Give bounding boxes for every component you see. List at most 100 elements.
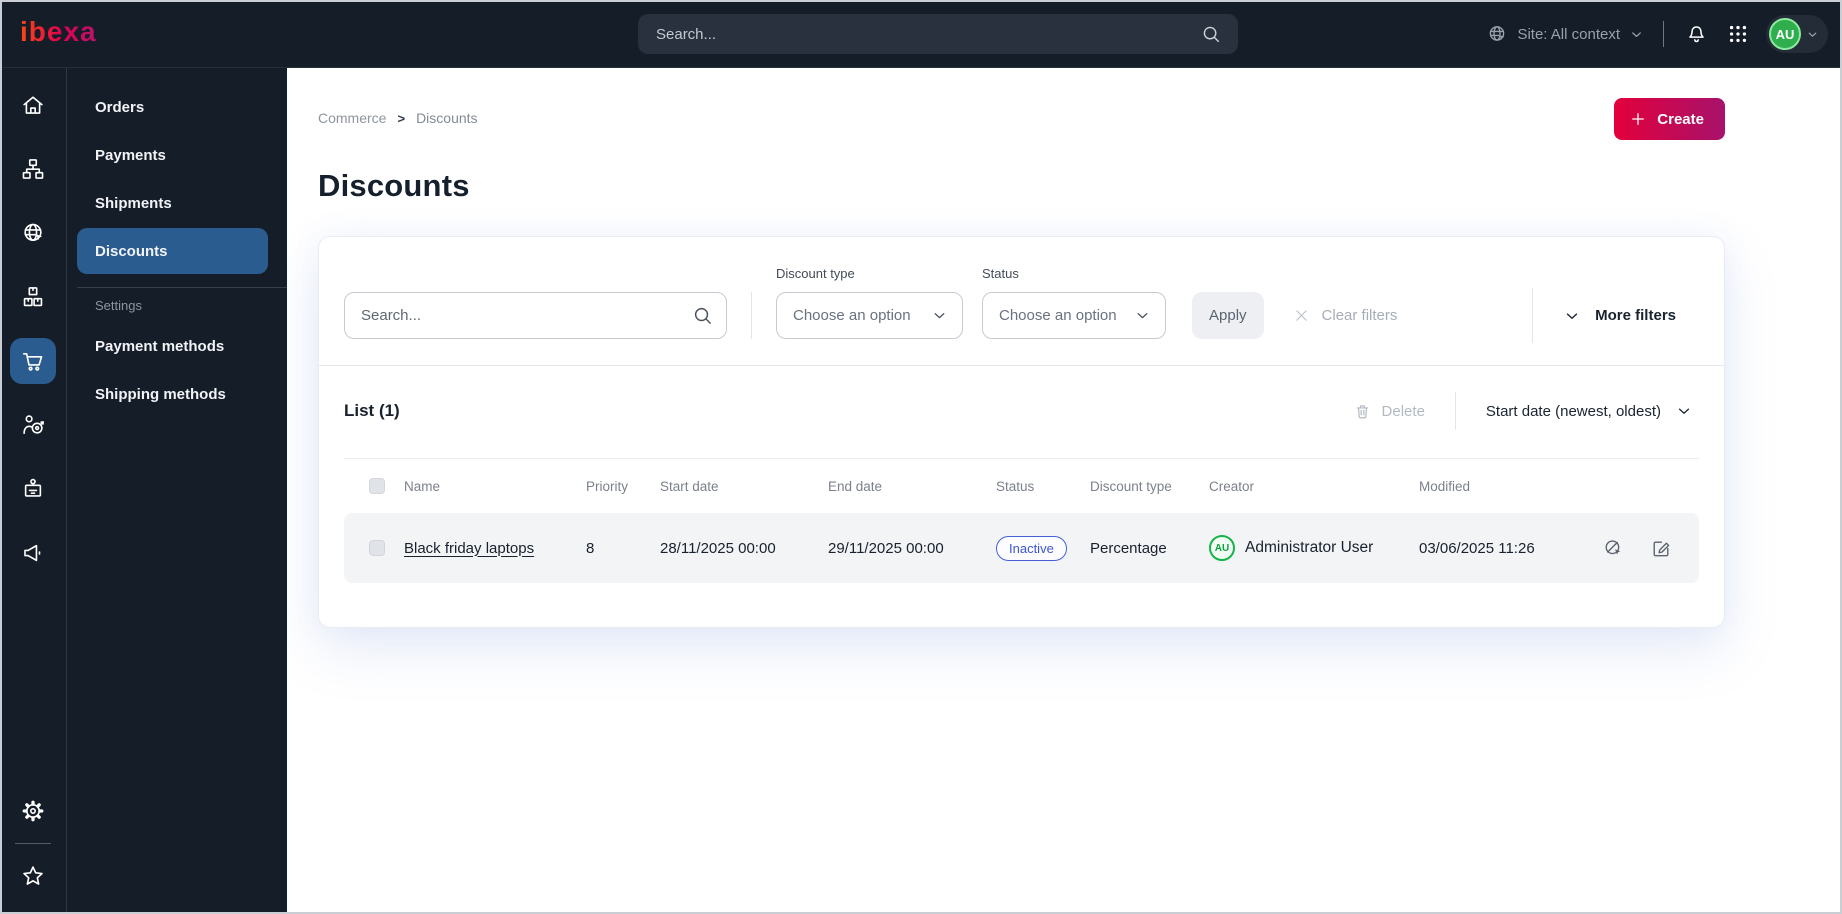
chevron-down-icon	[1563, 307, 1581, 325]
row-checkbox[interactable]	[369, 540, 385, 556]
icon-rail	[0, 68, 66, 914]
col-creator: Creator	[1209, 478, 1255, 494]
megaphone-icon[interactable]	[10, 530, 56, 576]
topbar-actions: Site: All context AU	[1486, 0, 1828, 68]
breadcrumb-commerce[interactable]: Commerce	[318, 110, 386, 126]
col-priority: Priority	[586, 478, 629, 494]
site-context-label: Site: All context	[1517, 25, 1620, 43]
commerce-menu: Orders Payments Shipments Discounts Sett…	[66, 68, 287, 914]
bell-icon[interactable]	[1683, 21, 1710, 48]
site-context-selector[interactable]: Site: All context	[1486, 23, 1644, 45]
globe-cursor-icon[interactable]	[10, 210, 56, 256]
breadcrumb-discounts: Discounts	[416, 110, 478, 126]
avatar: AU	[1769, 18, 1801, 50]
create-button-label: Create	[1657, 110, 1704, 128]
status-select[interactable]: Choose an option	[982, 292, 1166, 339]
chevron-down-icon	[1806, 28, 1819, 41]
plus-icon	[1629, 110, 1647, 128]
delete-label: Delete	[1381, 402, 1425, 420]
select-all-checkbox[interactable]	[369, 478, 385, 494]
menu-item-shipments[interactable]: Shipments	[77, 180, 268, 226]
ibexa-logo[interactable]: ibexa	[20, 16, 97, 48]
preview-disabled-icon[interactable]	[1602, 537, 1624, 559]
sort-label: Start date (newest, oldest)	[1485, 402, 1661, 420]
clear-x-icon	[1292, 306, 1311, 325]
chevron-down-icon	[1675, 402, 1693, 420]
menu-item-shipping-methods[interactable]: Shipping methods	[77, 371, 268, 417]
creator-avatar: AU	[1209, 535, 1235, 561]
magnifier-icon	[691, 304, 714, 327]
discount-name-link[interactable]: Black friday laptops	[404, 540, 534, 557]
status-label: Status	[982, 266, 1019, 281]
main-content: Commerce > Discounts Create Discounts Se…	[287, 68, 1842, 914]
row-discount-type: Percentage	[1090, 539, 1167, 557]
edit-icon[interactable]	[1650, 537, 1672, 559]
discount-type-value: Choose an option	[793, 307, 911, 324]
site-structure-icon[interactable]	[10, 146, 56, 192]
menu-item-orders[interactable]: Orders	[77, 84, 268, 130]
id-badge-icon[interactable]	[10, 466, 56, 512]
trash-icon	[1353, 402, 1372, 421]
menu-section-label: Settings	[95, 298, 142, 313]
status-value: Choose an option	[999, 307, 1117, 324]
breadcrumb: Commerce > Discounts	[318, 110, 478, 126]
cart-icon[interactable]	[10, 338, 56, 384]
topbar-divider	[1663, 21, 1664, 47]
row-actions	[1602, 537, 1699, 559]
menu-divider	[77, 287, 287, 288]
more-filters-button[interactable]: More filters	[1533, 292, 1682, 339]
create-button[interactable]: Create	[1614, 98, 1725, 140]
col-discount-type: Discount type	[1090, 478, 1172, 494]
menu-item-payments[interactable]: Payments	[77, 132, 268, 178]
discount-type-select[interactable]: Choose an option	[776, 292, 963, 339]
chevron-down-icon	[1134, 307, 1151, 324]
menu-item-discounts[interactable]: Discounts	[77, 228, 268, 274]
user-menu[interactable]: AU	[1766, 15, 1828, 53]
list-section: List (1) Delete Start date (newest, olde…	[319, 366, 1724, 583]
list-title: List (1)	[344, 401, 400, 420]
row-priority: 8	[586, 539, 595, 557]
topbar: ibexa Site: All context	[0, 0, 1842, 68]
col-modified: Modified	[1419, 478, 1471, 494]
page-title: Discounts	[318, 168, 470, 203]
col-start-date: Start date	[660, 478, 719, 494]
discounts-card: Discount type Choose an option Status Ch…	[318, 236, 1725, 628]
apply-button[interactable]: Apply	[1192, 292, 1264, 339]
globe-icon	[1486, 23, 1508, 45]
creator-name: Administrator User	[1245, 539, 1374, 556]
global-search-input[interactable]	[654, 24, 1200, 44]
filter-bar: Discount type Choose an option Status Ch…	[319, 237, 1724, 366]
col-status: Status	[996, 478, 1035, 494]
sort-selector[interactable]: Start date (newest, oldest)	[1480, 401, 1699, 421]
col-end-date: End date	[828, 478, 883, 494]
gear-icon[interactable]	[10, 788, 56, 834]
home-icon[interactable]	[10, 82, 56, 128]
clear-filters-button[interactable]: Clear filters	[1286, 292, 1404, 339]
table-row: Black friday laptops 8 28/11/2025 00:00 …	[344, 513, 1699, 583]
menu-item-payment-methods[interactable]: Payment methods	[77, 323, 268, 369]
row-end-date: 29/11/2025 00:00	[828, 539, 944, 557]
customer-target-icon[interactable]	[10, 402, 56, 448]
rail-divider	[15, 843, 51, 844]
search-icon	[1200, 23, 1222, 45]
chevron-down-icon	[931, 307, 948, 324]
row-modified: 03/06/2025 11:26	[1419, 539, 1535, 557]
list-search-input[interactable]	[344, 292, 727, 339]
table-header: Name Priority Start date End date Status…	[344, 459, 1699, 513]
delete-button[interactable]: Delete	[1347, 401, 1431, 422]
global-search[interactable]	[638, 14, 1238, 54]
chevron-down-icon	[1629, 27, 1644, 42]
boxes-icon[interactable]	[10, 274, 56, 320]
row-start-date: 28/11/2025 00:00	[660, 539, 776, 557]
star-icon[interactable]	[10, 853, 56, 899]
col-name: Name	[404, 478, 441, 494]
more-filters-label: More filters	[1595, 307, 1676, 324]
row-creator: AU Administrator User	[1209, 535, 1419, 561]
filter-divider	[751, 292, 752, 339]
list-search[interactable]	[344, 292, 727, 339]
apps-grid-icon[interactable]	[1725, 21, 1751, 47]
list-head-divider	[1454, 392, 1456, 430]
breadcrumb-separator: >	[397, 110, 406, 126]
discount-type-label: Discount type	[776, 266, 855, 281]
clear-filters-label: Clear filters	[1321, 307, 1398, 324]
